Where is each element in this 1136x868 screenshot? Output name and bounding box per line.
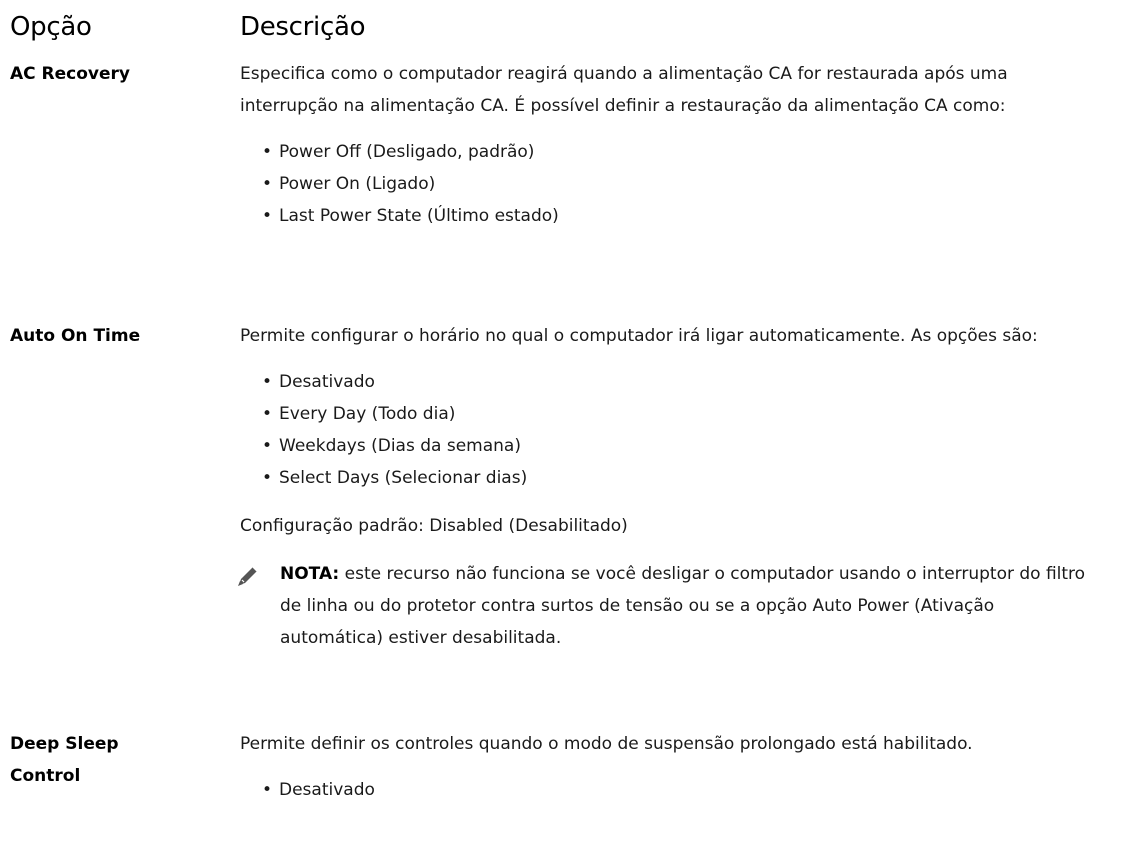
options-list: • Desativado • Every Day (Todo dia) • Weekd… bbox=[262, 366, 1090, 494]
option-description: Permite definir os controles quando o mo… bbox=[240, 728, 1090, 806]
list-item: • Every Day (Todo dia) bbox=[262, 398, 1090, 430]
default-setting: Configuração padrão: Disabled (Desabilit… bbox=[240, 516, 628, 536]
list-item: • Desativado bbox=[262, 366, 1090, 398]
bullet-icon: • bbox=[262, 780, 273, 800]
bullet-icon: • bbox=[262, 404, 273, 424]
list-item: • Power Off (Desligado, padrão) bbox=[262, 136, 1090, 168]
list-item: • Last Power State (Último estado) bbox=[262, 200, 1090, 232]
option-description: Especifica como o computador reagirá qua… bbox=[240, 58, 1090, 232]
bullet-icon: • bbox=[262, 142, 273, 162]
option-label: Deep Sleep Control bbox=[10, 734, 119, 786]
description-intro: Permite configurar o horário no qual o c… bbox=[240, 326, 1038, 346]
pencil-icon bbox=[238, 566, 258, 586]
list-item: • Power On (Ligado) bbox=[262, 168, 1090, 200]
note-body: este recurso não funciona se você deslig… bbox=[280, 564, 1086, 648]
description-intro: Permite definir os controles quando o mo… bbox=[240, 734, 973, 754]
bullet-icon: • bbox=[262, 372, 273, 392]
note-text: NOTA: este recurso não funciona se você … bbox=[280, 558, 1090, 654]
options-list: • Power Off (Desligado, padrão) • Power On… bbox=[262, 136, 1090, 232]
list-item: • Weekdays (Dias da semana) bbox=[262, 430, 1090, 462]
note-box: NOTA: este recurso não funciona se você … bbox=[238, 558, 1090, 654]
description-intro: Especifica como o computador reagirá qua… bbox=[240, 64, 1008, 116]
column-header-option: Opção bbox=[10, 12, 92, 42]
options-list: • Desativado bbox=[262, 774, 1090, 806]
option-description: Permite configurar o horário no qual o c… bbox=[238, 320, 1090, 654]
note-label: NOTA: bbox=[280, 564, 340, 584]
option-label: Auto On Time bbox=[10, 326, 141, 346]
bullet-icon: • bbox=[262, 468, 273, 488]
bullet-icon: • bbox=[262, 206, 273, 226]
bullet-icon: • bbox=[262, 174, 273, 194]
bullet-icon: • bbox=[262, 436, 273, 456]
list-item: • Select Days (Selecionar dias) bbox=[262, 462, 1090, 494]
option-label: AC Recovery bbox=[10, 64, 131, 84]
column-header-description: Descrição bbox=[240, 12, 366, 42]
list-item: • Desativado bbox=[262, 774, 1090, 806]
